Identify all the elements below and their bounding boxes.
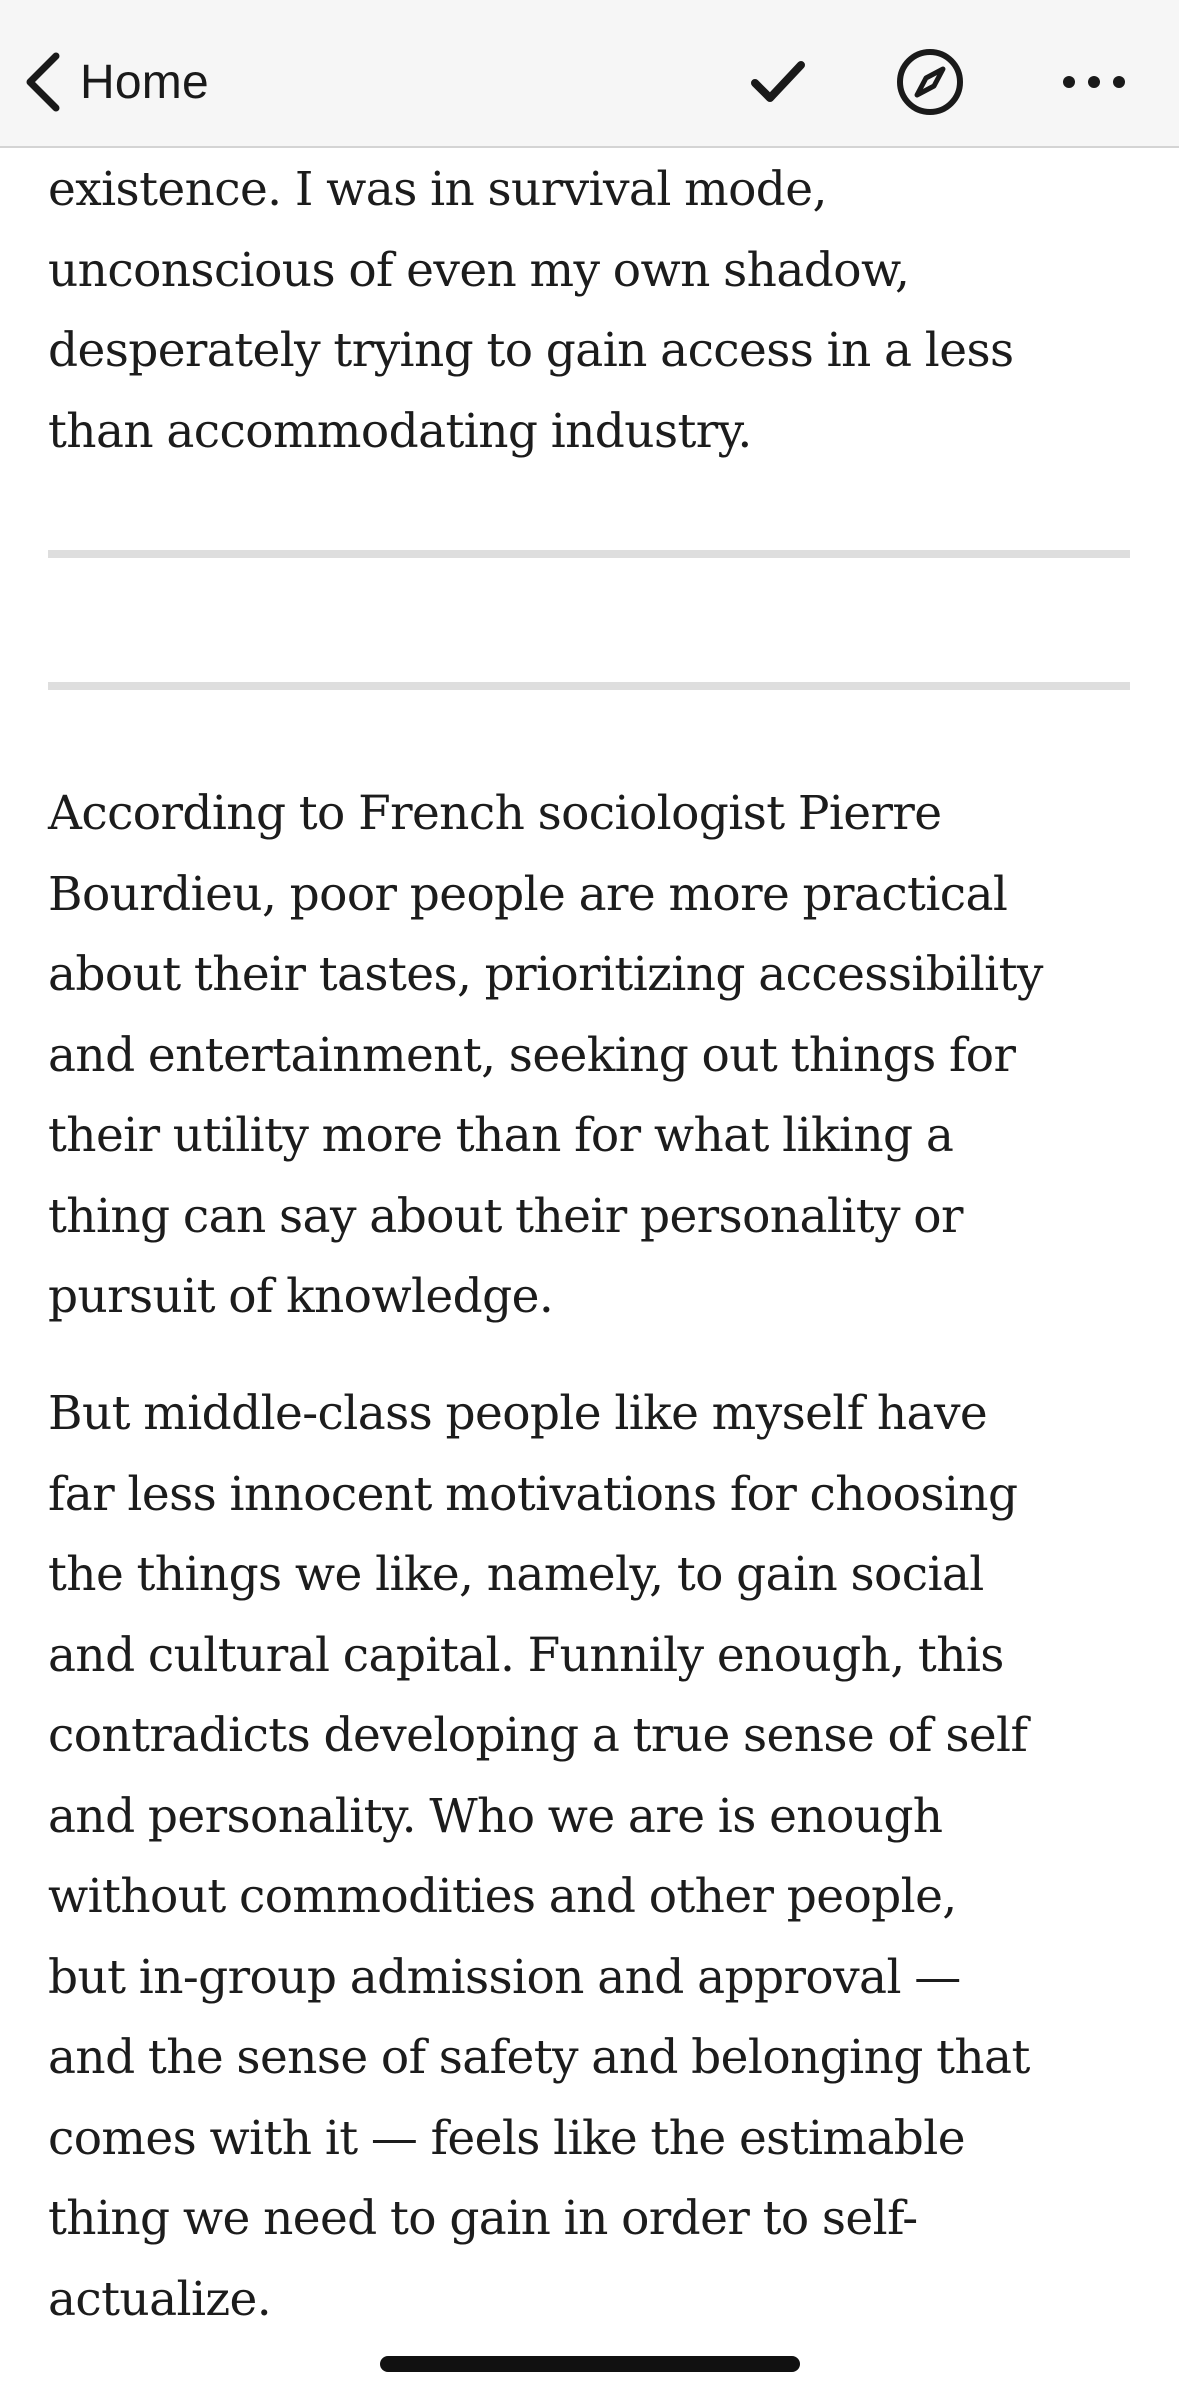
back-button[interactable]: Home [22,42,209,122]
bourdieu-paragraph: According to French sociologist Pierre B… [48,774,1043,1338]
section-divider [48,550,1130,558]
text-line: But middle-class people like myself have [48,1386,988,1441]
text-line: According to French sociologist Pierre [48,786,942,841]
back-button-label: Home [80,55,209,109]
text-line: but in-group admission and approval — [48,1949,961,2005]
mark-as-read-button[interactable] [738,42,818,122]
text-line: about their tastes, prioritizing accessi… [48,947,1043,1002]
section-divider [48,682,1130,690]
text-line: than accommodating industry. [48,403,752,459]
article-body: existence. I was in survival mode, uncon… [48,150,1148,2327]
chevron-left-icon [22,50,62,114]
text-line: and entertainment, seeking out things fo… [48,1027,1016,1083]
text-line: comes with it — feels like the estimable [48,2110,966,2166]
text-line: Bourdieu, poor people are more practical [48,866,1008,922]
text-line: unconscious of even my own shadow, [48,242,910,298]
text-line: actualize. [48,2271,272,2327]
open-in-browser-button[interactable] [890,42,970,122]
text-line: far less innocent motivations for choosi… [48,1466,1018,1522]
checkmark-icon [750,59,806,105]
reader-page: Home existence. I was in survival mode, … [0,0,1179,2396]
text-line: without commodities and other people, [48,1869,957,1924]
text-line: desperately trying to gain access in a l… [48,323,1014,378]
text-line: their utility more than for what liking … [48,1108,954,1163]
top-navigation-bar: Home [0,0,1179,148]
text-line: and personality. Who we are is enough [48,1788,943,1844]
text-line: thing we need to gain in order to self- [48,2191,918,2246]
more-icon [1061,74,1127,90]
text-line: the things we like, namely, to gain soci… [48,1547,984,1602]
text-line: pursuit of knowledge. [48,1269,554,1324]
home-indicator[interactable] [380,2356,800,2372]
intro-paragraph: existence. I was in survival mode, uncon… [48,150,1148,472]
more-options-button[interactable] [1054,42,1134,122]
text-line: thing can say about their personality or [48,1188,963,1244]
text-line: existence. I was in survival mode, [48,162,827,217]
middle-class-paragraph: But middle-class people like myself have… [48,1374,1030,2340]
text-line: and the sense of safety and belonging th… [48,2030,1030,2085]
compass-icon [895,47,965,117]
text-line: contradicts developing a true sense of s… [48,1708,1028,1763]
text-line: and cultural capital. Funnily enough, th… [48,1627,1004,1683]
